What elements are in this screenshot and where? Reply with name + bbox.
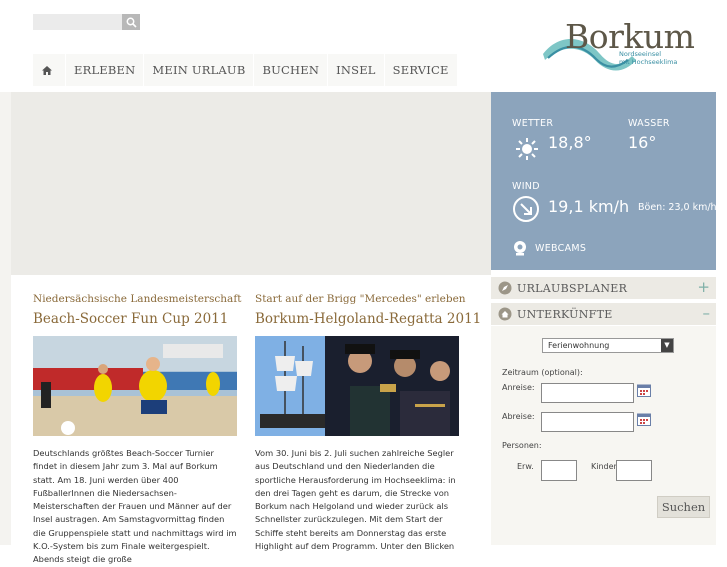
sun-icon [516, 138, 538, 160]
wind-value: 19,1 km/h [548, 197, 630, 216]
beach-soccer-image [33, 336, 237, 436]
zeitraum-label: Zeitraum (optional): [502, 368, 583, 377]
nav-mein-urlaub[interactable]: MEIN URLAUB [144, 54, 255, 86]
erwachsene-label: Erw. [517, 462, 534, 471]
calendar-icon[interactable] [637, 384, 651, 397]
wetter-value: 18,8° [548, 133, 592, 152]
webcams-link[interactable]: WEBCAMS [535, 243, 586, 254]
weather-widget: WETTER 18,8° WASSER 16° WIND 19,1 km/h B… [491, 92, 717, 270]
anreise-label: Anreise: [502, 383, 535, 392]
compass-icon [498, 281, 512, 295]
search-icon [126, 17, 137, 28]
hero-banner [11, 92, 491, 275]
unterkuenfte-title: UNTERKÜNFTE [517, 307, 613, 321]
article-title[interactable]: Borkum-Helgoland-Regatta 2011 [255, 311, 481, 327]
article-overline: Start auf der Brigg "Mercedes" erleben [255, 293, 466, 305]
wasser-value: 16° [628, 133, 657, 152]
regatta-photo[interactable] [255, 336, 459, 436]
personen-label: Personen: [502, 441, 542, 450]
wind-direction-icon [513, 196, 539, 222]
nav-home[interactable] [33, 54, 66, 86]
erwachsene-input[interactable] [541, 460, 577, 481]
suchen-button[interactable]: Suchen [657, 496, 710, 518]
search-box [33, 14, 140, 30]
regatta-image [255, 336, 459, 436]
kinder-input[interactable] [616, 460, 652, 481]
logo-tagline: Nordseeinsel mit Hochseeklima [619, 50, 677, 66]
abreise-input[interactable] [541, 412, 634, 432]
urlaubsplaner-header[interactable]: URLAUBSPLANER + [491, 277, 716, 299]
accommodation-search-form: Ferienwohnung ▼ Zeitraum (optional): Anr… [491, 326, 716, 545]
article-teaser: Deutschlands größtes Beach-Soccer Turnie… [33, 448, 237, 565]
wasser-label: WASSER [628, 118, 670, 129]
anreise-input[interactable] [541, 383, 634, 403]
search-button[interactable] [122, 14, 140, 30]
expand-icon[interactable]: + [697, 278, 710, 296]
logo-tagline-1: Nordseeinsel [619, 50, 662, 58]
accommodation-type-select[interactable]: Ferienwohnung ▼ [542, 338, 674, 353]
search-input[interactable] [33, 14, 122, 30]
dropdown-arrow-icon: ▼ [661, 339, 673, 352]
home-icon [42, 65, 52, 75]
wind-gusts: Böen: 23,0 km/h [638, 202, 717, 213]
kinder-label: Kinder [591, 462, 617, 471]
accommodation-type-value: Ferienwohnung [548, 341, 610, 350]
calendar-icon[interactable] [637, 413, 651, 426]
beach-soccer-photo[interactable] [33, 336, 237, 436]
house-icon [498, 307, 512, 321]
main-nav: ERLEBEN MEIN URLAUB BUCHEN INSEL SERVICE [33, 54, 458, 86]
nav-insel[interactable]: INSEL [328, 54, 385, 86]
article-overline: Niedersächsische Landesmeisterschaft [33, 293, 242, 305]
borkum-logo[interactable]: Borkum Nordseeinsel mit Hochseeklima [540, 14, 695, 74]
wind-label: WIND [512, 181, 540, 192]
nav-service[interactable]: SERVICE [384, 54, 458, 86]
article-title[interactable]: Beach-Soccer Fun Cup 2011 [33, 311, 228, 327]
nav-buchen[interactable]: BUCHEN [254, 54, 329, 86]
abreise-label: Abreise: [502, 412, 535, 421]
logo-tagline-2: mit Hochseeklima [619, 58, 678, 66]
webcam-icon [514, 241, 526, 256]
unterkuenfte-header[interactable]: UNTERKÜNFTE – [491, 303, 716, 325]
left-margin [0, 92, 11, 545]
nav-erleben[interactable]: ERLEBEN [66, 54, 145, 86]
urlaubsplaner-title: URLAUBSPLANER [517, 281, 628, 295]
collapse-icon[interactable]: – [703, 304, 711, 322]
article-teaser: Vom 30. Juni bis 2. Juli suchen zahlreic… [255, 448, 456, 552]
wetter-label: WETTER [512, 118, 554, 129]
